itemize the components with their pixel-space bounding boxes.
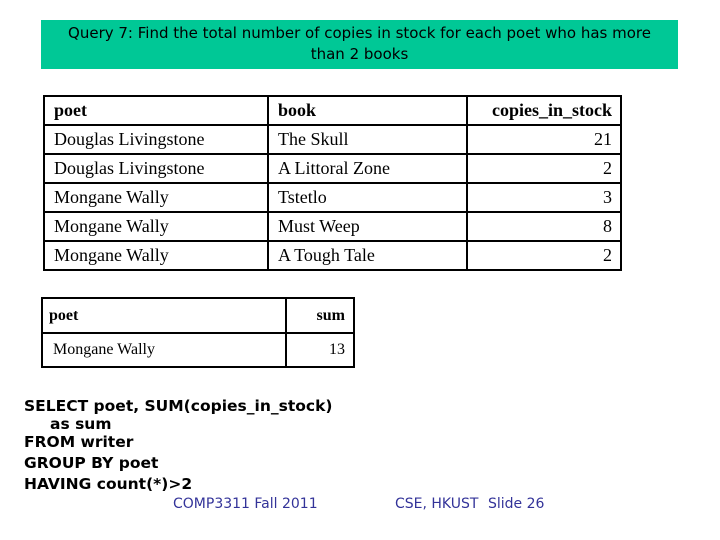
result-cell-poet: Mongane Wally <box>41 332 287 368</box>
table-row: Douglas Livingstone A Littoral Zone 2 <box>43 153 622 184</box>
table-header-row: poet book copies_in_stock <box>43 95 622 126</box>
slide-title-line-2: than 2 books <box>310 45 409 63</box>
cell-copies: 2 <box>466 153 622 184</box>
header-poet: poet <box>43 95 269 126</box>
cell-poet: Mongane Wally <box>43 211 269 242</box>
cell-book: Tstetlo <box>267 182 468 213</box>
sql-line-having: HAVING count(*)>2 <box>24 475 193 493</box>
header-book: book <box>267 95 468 126</box>
cell-book: A Tough Tale <box>267 240 468 271</box>
cell-copies: 2 <box>466 240 622 271</box>
table-row: Mongane Wally Tstetlo 3 <box>43 182 622 213</box>
result-header-poet: poet <box>41 297 287 334</box>
table-row: Mongane Wally Must Weep 8 <box>43 211 622 242</box>
result-table: poet sum Mongane Wally 13 <box>41 297 355 368</box>
sql-line-group-by: GROUP BY poet <box>24 454 159 472</box>
result-row: Mongane Wally 13 <box>41 332 355 368</box>
cell-book: A Littoral Zone <box>267 153 468 184</box>
cell-book: Must Weep <box>267 211 468 242</box>
cell-poet: Mongane Wally <box>43 240 269 271</box>
result-header-sum: sum <box>285 297 355 334</box>
cell-book: The Skull <box>267 124 468 155</box>
sql-query: SELECT poet, SUM(copies_in_stock) as sum… <box>24 396 332 495</box>
cell-copies: 3 <box>466 182 622 213</box>
table-row: Douglas Livingstone The Skull 21 <box>43 124 622 155</box>
footer-org: CSE, HKUST <box>395 496 479 512</box>
cell-poet: Douglas Livingstone <box>43 153 269 184</box>
result-header-row: poet sum <box>41 297 355 334</box>
cell-copies: 21 <box>466 124 622 155</box>
cell-poet: Douglas Livingstone <box>43 124 269 155</box>
footer-course: COMP3311 Fall 2011 <box>173 496 318 512</box>
footer-slide-number: Slide 26 <box>488 496 545 512</box>
cell-poet: Mongane Wally <box>43 182 269 213</box>
sql-line-select: SELECT poet, SUM(copies_in_stock) <box>24 397 333 415</box>
result-cell-sum: 13 <box>285 332 355 368</box>
table-row: Mongane Wally A Tough Tale 2 <box>43 240 622 271</box>
sql-line-alias: as sum <box>50 415 112 433</box>
header-copies-in-stock: copies_in_stock <box>466 95 622 126</box>
slide-title-line-1: Query 7: Find the total number of copies… <box>68 24 651 42</box>
writer-table: poet book copies_in_stock Douglas Living… <box>43 95 622 271</box>
slide-title: Query 7: Find the total number of copies… <box>41 20 678 69</box>
sql-line-from: FROM writer <box>24 433 134 451</box>
cell-copies: 8 <box>466 211 622 242</box>
